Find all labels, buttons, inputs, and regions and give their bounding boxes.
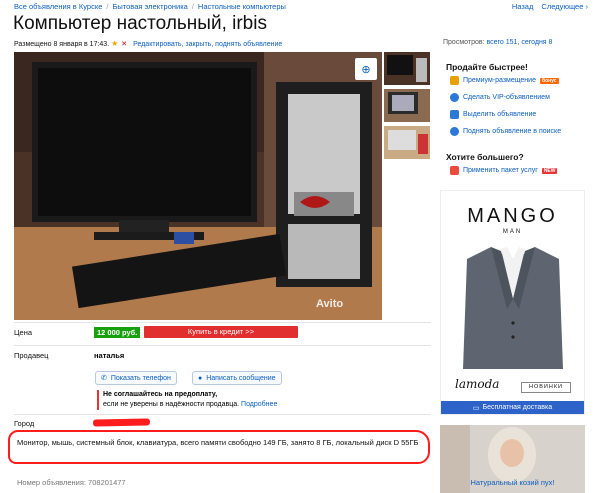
banner-brand: MANGO xyxy=(467,205,558,227)
divider xyxy=(14,322,431,323)
vip-label: Сделать VIP-объявлением xyxy=(463,94,550,101)
package-link[interactable]: Применить пакет услуг NEW xyxy=(450,166,558,175)
city-label: Город xyxy=(14,419,35,428)
thumbnail[interactable] xyxy=(384,89,430,122)
lamoda-logo: lamoda xyxy=(455,377,500,391)
thumbnail-image xyxy=(384,52,430,85)
bonus-badge: бонус xyxy=(539,77,559,84)
posted-date: Размещено 8 января в 17:43. xyxy=(14,41,110,48)
ad-pager: Назад Следующее › xyxy=(512,2,588,11)
package-label: Применить пакет услуг xyxy=(463,167,538,174)
warning-line-2: если не уверены в надёжности продавца. xyxy=(103,401,240,408)
raise-link[interactable]: Поднять объявление в поиске xyxy=(450,127,561,136)
views-label: Просмотров: xyxy=(443,39,485,46)
new-badge: NEW xyxy=(541,167,558,174)
want-more-heading: Хотите большего? xyxy=(446,152,524,162)
thumbnail[interactable] xyxy=(384,126,430,159)
vip-icon xyxy=(450,93,459,102)
divider xyxy=(14,414,431,415)
sell-faster-heading: Продайте быстрее! xyxy=(446,62,528,72)
breadcrumb-electronics[interactable]: Бытовая электроника xyxy=(112,2,187,11)
annotation-outline xyxy=(8,430,430,464)
prepayment-warning: Не соглашайтесь на предоплату, если не у… xyxy=(97,390,277,410)
write-message-label: Написать сообщение xyxy=(206,374,276,382)
breadcrumb-all-ads[interactable]: Все объявления в Курске xyxy=(14,2,102,11)
banner-caption: Натуральный козий пух! xyxy=(470,478,555,487)
mango-banner[interactable]: MANGO MAN lamoda НОВИНКИ ▭ Бесплатная дос… xyxy=(440,190,585,415)
zoom-icon[interactable]: ⊕ xyxy=(355,58,377,80)
show-phone-label: Показать телефон xyxy=(110,374,171,382)
write-message-button[interactable]: ● Написать сообщение xyxy=(192,371,282,385)
ad-number: Номер объявления: 708201477 xyxy=(17,478,126,487)
ad-meta: Размещено 8 января в 17:43. ★ ✕ Редактиро… xyxy=(14,39,282,48)
raise-label: Поднять объявление в поиске xyxy=(463,128,562,135)
redaction-mark xyxy=(92,418,151,427)
vip-link[interactable]: Сделать VIP-объявлением xyxy=(450,93,550,102)
edit-link[interactable]: Редактировать, закрыть, поднять объявлен… xyxy=(133,41,282,48)
free-shipping-label: Бесплатная доставка xyxy=(482,404,553,411)
jacket-image xyxy=(463,247,563,369)
new-arrivals-button[interactable]: НОВИНКИ xyxy=(521,382,571,393)
highlight-label: Выделить объявление xyxy=(463,111,537,118)
premium-placement-link[interactable]: Премиум-размещение бонус xyxy=(450,76,559,85)
view-counter: Просмотров: всего 151, сегодня 8 xyxy=(443,39,552,46)
back-link[interactable]: Назад xyxy=(512,2,534,11)
breadcrumb-separator: / xyxy=(106,2,109,11)
message-icon: ● xyxy=(198,374,203,382)
star-icon[interactable]: ★ xyxy=(111,39,118,48)
package-icon xyxy=(450,166,459,175)
price-value: 12 000 руб. xyxy=(94,327,141,338)
buy-on-credit-button[interactable]: Купить в кредит >> xyxy=(144,326,298,338)
goat-down-banner[interactable]: Натуральный козий пух! xyxy=(440,425,585,493)
thumbnail-image xyxy=(384,89,430,122)
main-photo[interactable] xyxy=(14,52,382,320)
show-phone-button[interactable]: ✆ Показать телефон xyxy=(95,371,177,385)
seller-name: наталья xyxy=(94,351,125,360)
price-label: Цена xyxy=(14,328,33,337)
computer-photo xyxy=(14,52,382,320)
crown-icon xyxy=(450,76,459,85)
page-title: Компьютер настольный, irbis xyxy=(13,13,267,34)
truck-icon: ▭ xyxy=(472,404,480,412)
warning-line-1: Не соглашайтесь на предоплату, xyxy=(103,391,218,398)
arrow-up-icon xyxy=(450,127,459,136)
premium-label: Премиум-размещение xyxy=(463,77,536,84)
divider xyxy=(14,345,431,346)
close-icon[interactable]: ✕ xyxy=(121,41,127,48)
breadcrumb-desktops[interactable]: Настольные компьютеры xyxy=(198,2,286,11)
views-value[interactable]: всего 151, сегодня 8 xyxy=(486,39,552,46)
thumbnail[interactable] xyxy=(384,52,430,85)
highlight-link[interactable]: Выделить объявление xyxy=(450,110,536,119)
next-link[interactable]: Следующее xyxy=(541,2,583,11)
more-link[interactable]: Подробнее xyxy=(241,401,277,408)
banner-subtitle: MAN xyxy=(502,229,523,235)
free-shipping-bar[interactable]: ▭ Бесплатная доставка xyxy=(441,401,584,414)
thumbnail-image xyxy=(384,126,430,159)
breadcrumb: Все объявления в Курске / Бытовая электрон… xyxy=(14,2,286,11)
seller-label: Продавец xyxy=(14,351,49,360)
chevron-right-icon[interactable]: › xyxy=(583,2,588,11)
avito-watermark: Avito xyxy=(316,298,344,310)
highlight-icon xyxy=(450,110,459,119)
phone-icon: ✆ xyxy=(101,375,107,382)
breadcrumb-separator: / xyxy=(191,2,194,11)
